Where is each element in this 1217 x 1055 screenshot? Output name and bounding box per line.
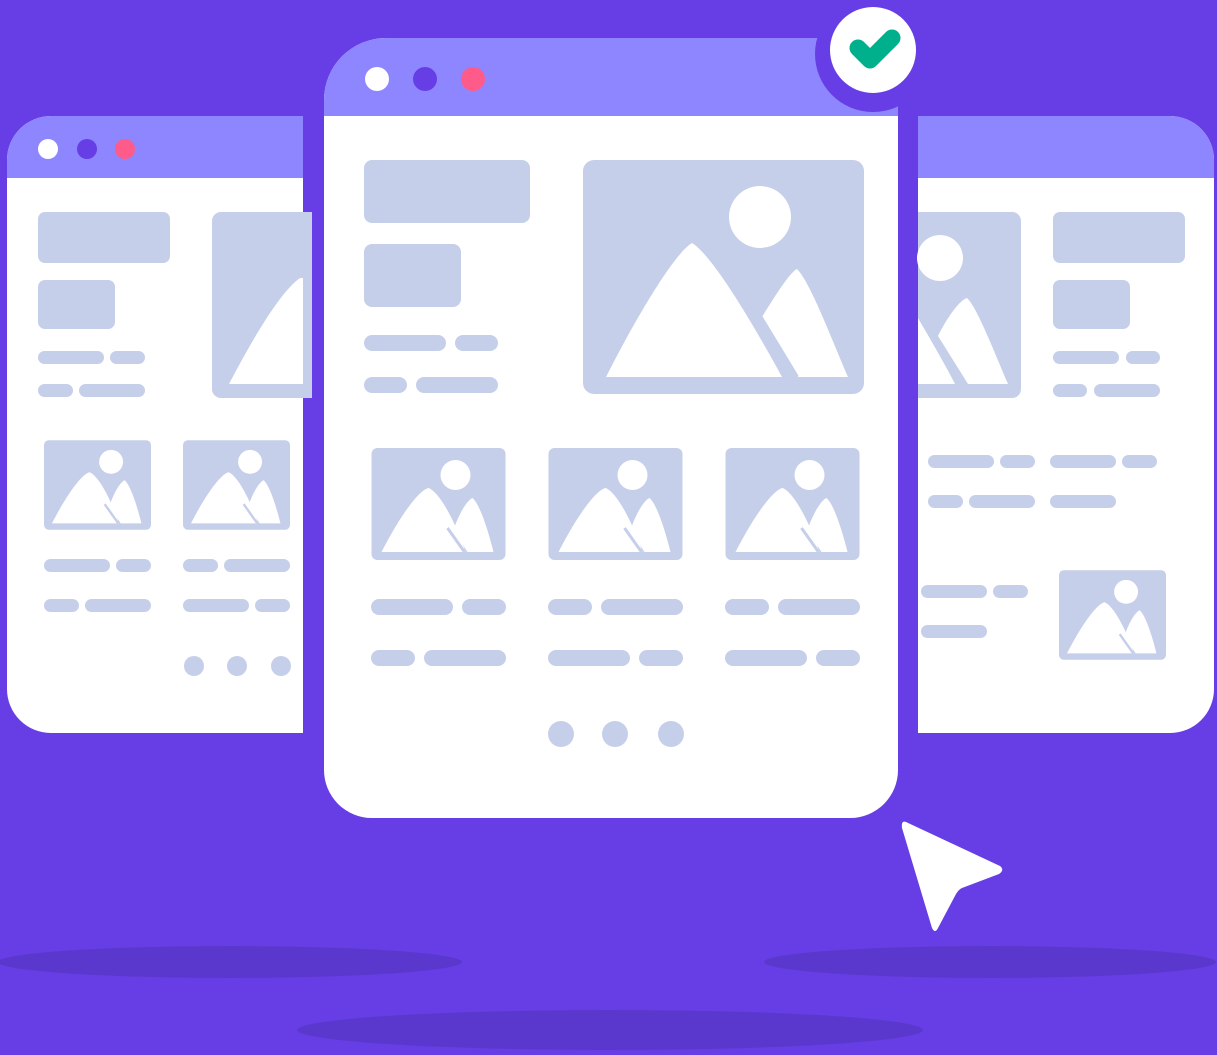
window-dot-pink [115, 139, 135, 159]
image-placeholder-icon [44, 440, 151, 530]
check-badge [815, 0, 931, 112]
floor-shadow-left [0, 946, 462, 978]
center-window [312, 26, 910, 830]
text-block [1053, 280, 1130, 329]
window-dot-white [365, 67, 389, 91]
image-placeholder-icon [548, 448, 683, 560]
right-window [917, 116, 1214, 733]
text-block [364, 160, 530, 223]
text-block [38, 280, 115, 329]
center-window-header [324, 38, 898, 116]
image-placeholder-icon [183, 440, 290, 530]
pagination-dot [658, 721, 684, 747]
image-placeholder-icon [371, 448, 506, 560]
floor-shadow-center [297, 1010, 923, 1050]
window-dot-white [38, 139, 58, 159]
text-block [38, 212, 170, 263]
pagination-dot [227, 656, 247, 676]
image-placeholder-icon [725, 448, 860, 560]
illustration-scene [0, 0, 1217, 1055]
image-placeholder-icon [1059, 570, 1166, 660]
pagination-dot [602, 721, 628, 747]
cursor-arrow-icon [901, 821, 1003, 931]
left-window [7, 116, 352, 733]
image-placeholder-icon [583, 160, 864, 394]
scene-svg [0, 0, 1216, 1050]
pagination-dot [184, 656, 204, 676]
window-dot-purple [413, 67, 437, 91]
window-dot-pink [461, 67, 485, 91]
window-dot-purple [77, 139, 97, 159]
pagination-dot [271, 656, 291, 676]
text-block [1053, 212, 1185, 263]
text-block [364, 244, 461, 307]
right-window-header [918, 116, 1214, 178]
floor-shadow-right [764, 946, 1216, 978]
pagination-dot [548, 721, 574, 747]
image-placeholder-icon [917, 212, 1021, 398]
